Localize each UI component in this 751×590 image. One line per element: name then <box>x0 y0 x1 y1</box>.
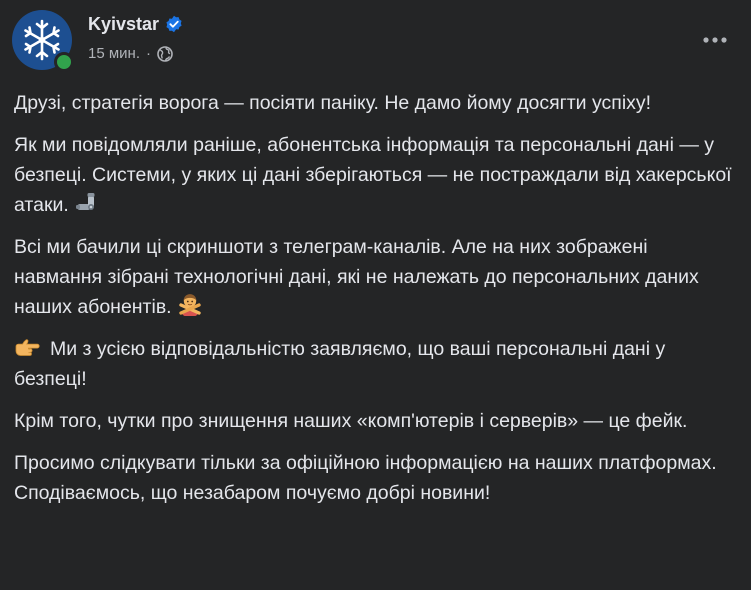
person-gesturing-no-icon <box>178 292 202 316</box>
post-paragraph: Ми з усією відповідальністю заявляємо, щ… <box>14 334 739 394</box>
post-header: Kyivstar 15 мин. · <box>12 10 739 72</box>
online-status-indicator <box>54 52 74 72</box>
post-paragraph-text: Друзі, стратегія ворога — посіяти паніку… <box>14 92 652 114</box>
author-line: Kyivstar <box>88 13 183 35</box>
post-paragraph: Друзі, стратегія ворога — посіяти паніку… <box>14 88 739 118</box>
mechanical-arm-icon <box>75 192 99 214</box>
post-paragraph: Як ми повідомляли раніше, абонентська ін… <box>14 130 739 220</box>
pointing-right-icon <box>14 338 40 358</box>
globe-icon[interactable] <box>157 46 173 62</box>
post-paragraph-text: Просимо слідкувати тільки за офіційною і… <box>14 452 717 504</box>
more-options-icon <box>703 37 727 43</box>
verified-badge-icon <box>166 15 182 33</box>
post-paragraph-text: Як ми повідомляли раніше, абонентська ін… <box>14 134 732 216</box>
post-paragraph: Всі ми бачили ці скриншоти з телеграм-ка… <box>14 232 739 322</box>
post-body: Друзі, стратегія ворога — посіяти паніку… <box>14 88 739 520</box>
meta-separator: · <box>146 45 151 62</box>
post-paragraph: Крім того, чутки про знищення наших «ком… <box>14 406 739 436</box>
post-paragraph: Просимо слідкувати тільки за офіційною і… <box>14 448 739 508</box>
author-name[interactable]: Kyivstar <box>88 13 159 35</box>
post-timestamp[interactable]: 15 мин. <box>88 45 140 63</box>
post-paragraph-text: Ми з усією відповідальністю заявляємо, щ… <box>14 338 666 390</box>
post-meta: 15 мин. · <box>88 45 173 63</box>
more-options-button[interactable] <box>697 22 733 58</box>
post-paragraph-text: Всі ми бачили ці скриншоти з телеграм-ка… <box>14 236 699 318</box>
post-paragraph-text: Крім того, чутки про знищення наших «ком… <box>14 410 688 432</box>
